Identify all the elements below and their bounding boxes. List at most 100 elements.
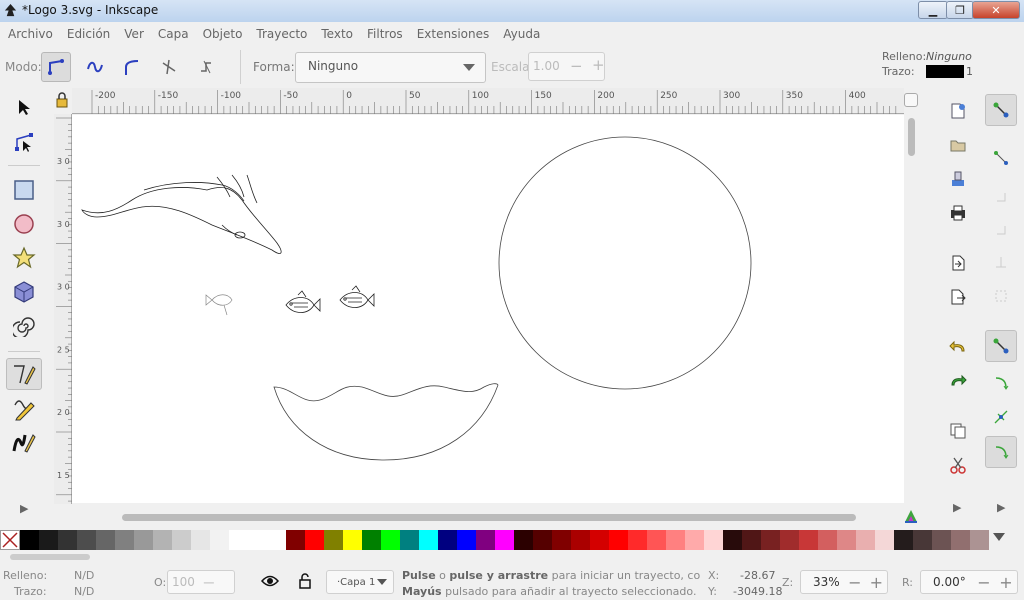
palette-swatch[interactable] — [419, 530, 438, 550]
pen-tool[interactable] — [6, 358, 42, 390]
layer-dropdown[interactable]: ·Capa 1 — [326, 570, 394, 594]
palette-swatch[interactable] — [799, 530, 818, 550]
redo-button[interactable] — [942, 365, 974, 397]
layer-lock-icon[interactable] — [298, 572, 312, 590]
scale-decrement-button[interactable]: − — [570, 57, 583, 75]
vertical-ruler[interactable]: 3 03 03 02 52 01 51 05 — [54, 114, 72, 600]
palette-swatch[interactable] — [780, 530, 799, 550]
palette-swatch[interactable] — [837, 530, 856, 550]
selector-tool[interactable] — [6, 91, 42, 123]
palette-menu-chevron-icon[interactable] — [993, 533, 1005, 541]
cut-button[interactable] — [942, 449, 974, 481]
snap-expand-icon[interactable]: ▶ — [997, 501, 1005, 514]
minimize-button[interactable]: ▁ — [918, 1, 948, 19]
opacity-spinbox[interactable]: 100 − — [167, 570, 235, 594]
undo-button[interactable] — [942, 331, 974, 363]
lock-icon[interactable] — [54, 92, 70, 108]
palette-swatch[interactable] — [647, 530, 666, 550]
palette-swatch[interactable] — [818, 530, 837, 550]
fill-indicator-value[interactable]: Ninguno — [926, 50, 972, 63]
palette-swatch[interactable] — [457, 530, 476, 550]
palette-swatch[interactable] — [438, 530, 457, 550]
palette-swatch[interactable] — [115, 530, 134, 550]
snap-bbox-midpoint-button[interactable] — [985, 246, 1017, 278]
no-paint-swatch[interactable] — [0, 530, 20, 550]
menu-ayuda[interactable]: Ayuda — [503, 27, 540, 41]
toolbox-expand-icon[interactable]: ▶ — [20, 502, 28, 515]
vertical-scrollbar[interactable] — [906, 114, 918, 506]
palette-swatch[interactable] — [324, 530, 343, 550]
rotation-decrement-button[interactable]: − — [973, 573, 995, 592]
palette-swatch[interactable] — [742, 530, 761, 550]
pencil-tool[interactable] — [6, 392, 42, 424]
palette-swatch[interactable] — [666, 530, 685, 550]
menu-edicion[interactable]: Edición — [67, 27, 110, 41]
snap-nodes-button[interactable] — [985, 330, 1017, 362]
snap-toggle-button[interactable] — [985, 94, 1017, 126]
snap-bbox-corner-button[interactable] — [985, 212, 1017, 244]
palette-swatch[interactable] — [343, 530, 362, 550]
horizontal-ruler[interactable]: -200 -150 -100 -50 0 50 100 150 200 250 300 350 400 — [72, 88, 904, 114]
menu-ver[interactable]: Ver — [124, 27, 144, 41]
drawing-canvas[interactable] — [72, 115, 904, 503]
palette-swatch[interactable] — [96, 530, 115, 550]
color-manage-icon[interactable] — [903, 508, 919, 524]
zoom-in-button[interactable]: + — [866, 573, 887, 592]
palette-swatch[interactable] — [552, 530, 571, 550]
palette-swatch[interactable] — [305, 530, 324, 550]
palette-swatch[interactable] — [476, 530, 495, 550]
palette-swatch[interactable] — [362, 530, 381, 550]
node-tool[interactable] — [6, 126, 42, 158]
palette-swatch[interactable] — [704, 530, 723, 550]
snap-bbox-center-button[interactable] — [985, 280, 1017, 312]
palette-swatch[interactable] — [571, 530, 590, 550]
palette-swatch[interactable] — [229, 530, 248, 550]
palette-swatch[interactable] — [533, 530, 552, 550]
menu-filtros[interactable]: Filtros — [367, 27, 403, 41]
spiral-tool[interactable] — [6, 310, 42, 342]
menu-extensiones[interactable]: Extensiones — [417, 27, 490, 41]
zoom-spinbox[interactable]: 33% − + — [800, 570, 888, 594]
palette-swatch[interactable] — [951, 530, 970, 550]
snap-intersection-button[interactable] — [985, 401, 1017, 433]
palette-swatch[interactable] — [153, 530, 172, 550]
snap-smooth-nodes-button[interactable] — [985, 436, 1017, 468]
copy-button[interactable] — [942, 415, 974, 447]
menu-archivo[interactable]: Archivo — [8, 27, 53, 41]
new-document-button[interactable] — [942, 95, 974, 127]
palette-swatch[interactable] — [191, 530, 210, 550]
palette-swatch[interactable] — [20, 530, 39, 550]
opacity-decrement-button[interactable]: − — [198, 573, 220, 592]
commands-expand-icon[interactable]: ▶ — [953, 501, 961, 514]
palette-swatch[interactable] — [248, 530, 267, 550]
palette-swatch[interactable] — [514, 530, 533, 550]
status-fill-value[interactable]: N/D — [74, 569, 94, 582]
mode-paraxial-button[interactable] — [191, 52, 221, 82]
save-button[interactable] — [942, 163, 974, 195]
palette-swatch[interactable] — [172, 530, 191, 550]
palette-swatch[interactable] — [723, 530, 742, 550]
horizontal-scrollbar-thumb[interactable] — [122, 514, 856, 521]
zoom-out-button[interactable]: − — [844, 573, 865, 592]
3d-box-tool[interactable] — [6, 276, 42, 308]
ellipse-tool[interactable] — [6, 208, 42, 240]
maximize-button[interactable]: ❐ — [946, 1, 974, 19]
palette-scrollbar-thumb[interactable] — [10, 554, 90, 560]
mode-regular-bezier-button[interactable] — [41, 52, 71, 82]
eye-icon[interactable] — [261, 574, 279, 588]
rotation-increment-button[interactable]: + — [995, 573, 1017, 592]
palette-swatch[interactable] — [970, 530, 989, 550]
stroke-color-swatch[interactable] — [926, 65, 964, 78]
palette-swatch[interactable] — [495, 530, 514, 550]
palette-swatch[interactable] — [210, 530, 229, 550]
mode-zigzag-button[interactable] — [154, 52, 184, 82]
palette-swatch[interactable] — [39, 530, 58, 550]
import-button[interactable] — [942, 247, 974, 279]
stroke-width-value[interactable]: 1 — [966, 65, 973, 78]
menu-capa[interactable]: Capa — [158, 27, 189, 41]
palette-swatch[interactable] — [609, 530, 628, 550]
open-button[interactable] — [942, 129, 974, 161]
mode-spiro-button[interactable] — [80, 52, 110, 82]
palette-swatch[interactable] — [856, 530, 875, 550]
palette-swatch[interactable] — [286, 530, 305, 550]
